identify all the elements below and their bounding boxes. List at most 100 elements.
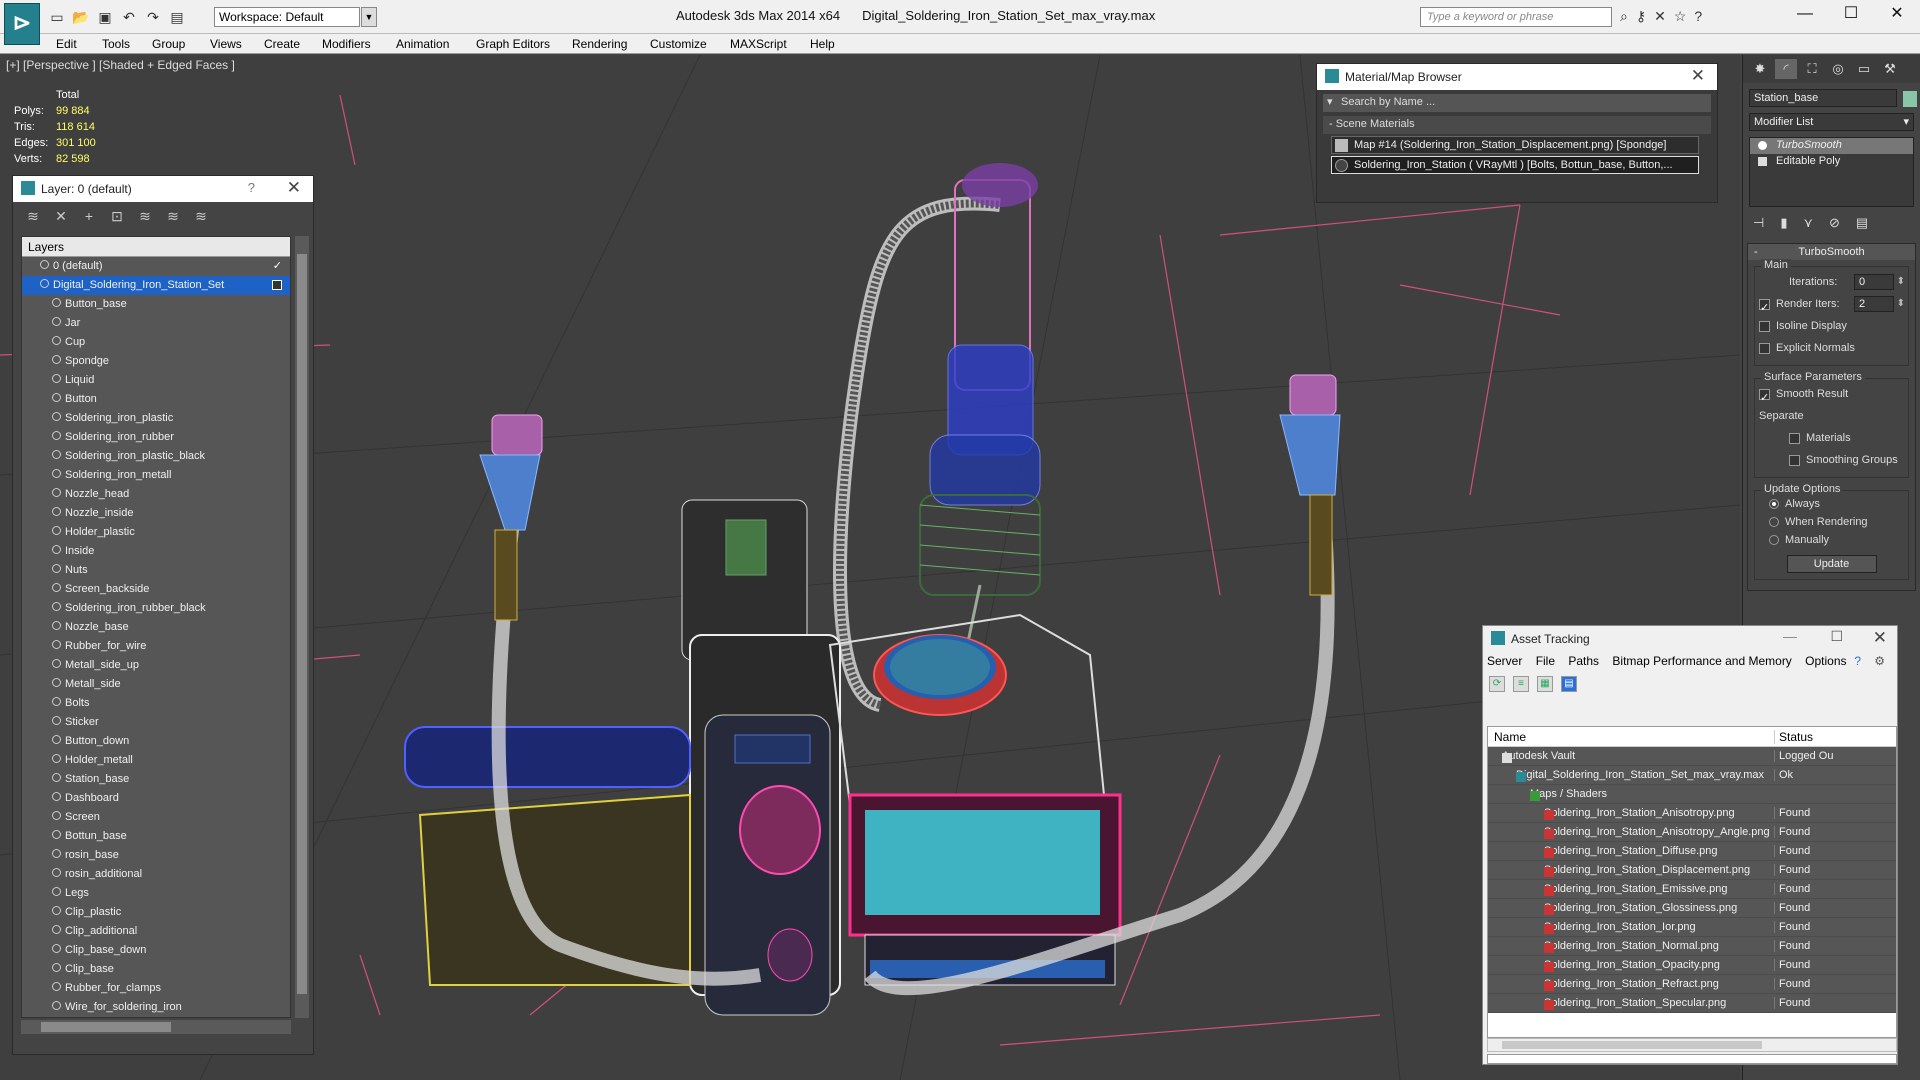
asset-row[interactable]: Soldering_Iron_Station_Specular.png Found	[1488, 994, 1896, 1013]
layer-item[interactable]: rosin_additional	[22, 865, 290, 884]
layer-item[interactable]: Clip_base	[22, 960, 290, 979]
workspace-dropdown[interactable]: Workspace: Default ▼	[214, 7, 377, 27]
subscription-icon[interactable]: ✕	[1654, 8, 1666, 25]
open-file-icon[interactable]: 📂	[72, 8, 90, 26]
layer-item[interactable]: Screen	[22, 808, 290, 827]
asset-row[interactable]: Soldering_Iron_Station_Opacity.png Found	[1488, 956, 1896, 975]
menu-graph-editors[interactable]: Graph Editors	[476, 37, 550, 51]
asset-row[interactable]: Soldering_Iron_Station_Normal.png Found	[1488, 937, 1896, 956]
layer-item[interactable]: Screen_backside	[22, 580, 290, 599]
layer-item[interactable]: Soldering_iron_plastic	[22, 409, 290, 428]
list-view-icon[interactable]: ≡	[1513, 676, 1529, 692]
isoline-display-checkbox[interactable]	[1759, 320, 1770, 332]
layer-item[interactable]: Clip_additional	[22, 922, 290, 941]
motion-tab-icon[interactable]: ◎	[1827, 59, 1849, 79]
scrollbar-thumb[interactable]	[1502, 1041, 1762, 1049]
maximize-icon[interactable]: ☐	[1830, 628, 1843, 645]
help-icon[interactable]: ?	[1854, 654, 1861, 668]
column-status[interactable]: Status	[1774, 730, 1813, 744]
asset-row[interactable]: Soldering_Iron_Station_Anisotropy_Angle.…	[1488, 823, 1896, 842]
layer-item[interactable]: Clamps_base	[22, 1017, 290, 1018]
thumbnail-view-icon[interactable]: ▦	[1537, 676, 1553, 692]
lightbulb-icon[interactable]	[1758, 141, 1767, 150]
menu-modifiers[interactable]: Modifiers	[322, 37, 371, 51]
menu-rendering[interactable]: Rendering	[572, 37, 627, 51]
hide-all-icon[interactable]: ≋	[165, 208, 181, 224]
layer-item[interactable]: Rubber_for_clamps	[22, 979, 290, 998]
smoothing-groups-checkbox[interactable]	[1789, 454, 1800, 466]
layer-item[interactable]: Nozzle_base	[22, 618, 290, 637]
menu-animation[interactable]: Animation	[396, 37, 449, 51]
layer-item[interactable]: Holder_metall	[22, 751, 290, 770]
display-tab-icon[interactable]: ▭	[1853, 59, 1875, 79]
layer-item[interactable]: Liquid	[22, 371, 290, 390]
asset-tracking-header[interactable]: Asset Tracking — ☐ ✕	[1483, 626, 1897, 652]
material-item[interactable]: Map #14 (Soldering_Iron_Station_Displace…	[1331, 136, 1699, 154]
utilities-tab-icon[interactable]: ⚒	[1879, 59, 1901, 79]
asset-table-scrollbar[interactable]	[1487, 1038, 1897, 1052]
new-file-icon[interactable]: ▭	[48, 8, 66, 26]
layer-item[interactable]: Bolts	[22, 694, 290, 713]
layer-item[interactable]: Nozzle_head	[22, 485, 290, 504]
layer-item[interactable]: Wire_for_soldering_iron	[22, 998, 290, 1017]
menu-edit[interactable]: Edit	[56, 37, 77, 51]
layer-item[interactable]: rosin_base	[22, 846, 290, 865]
layer-item[interactable]: Soldering_iron_rubber_black	[22, 599, 290, 618]
asset-row[interactable]: Soldering_Iron_Station_Diffuse.png Found	[1488, 842, 1896, 861]
manually-radio[interactable]	[1769, 535, 1779, 546]
menu-views[interactable]: Views	[210, 37, 242, 51]
asset-path-field[interactable]	[1487, 1054, 1897, 1064]
asset-row[interactable]: Digital_Soldering_Iron_Station_Set_max_v…	[1488, 766, 1896, 785]
save-icon[interactable]: ▣	[96, 8, 114, 26]
help-icon[interactable]: ?	[1694, 8, 1702, 25]
settings-icon[interactable]: ⚙	[1874, 654, 1885, 668]
menu-create[interactable]: Create	[264, 37, 300, 51]
layer-item[interactable]: Clip_plastic	[22, 903, 290, 922]
layer-list[interactable]: Layers 0 (default) ✓ Digital_Soldering_Iro…	[21, 236, 291, 1018]
layer-item[interactable]: Holder_plastic	[22, 523, 290, 542]
binoculars-icon[interactable]: ⌕	[1620, 8, 1628, 25]
asset-row[interactable]: Autodesk Vault Logged Ou	[1488, 747, 1896, 766]
scrollbar-thumb[interactable]	[297, 254, 307, 994]
highlight-selected-icon[interactable]: ≋	[137, 208, 153, 224]
menu-maxscript[interactable]: MAXScript	[730, 37, 787, 51]
asset-row[interactable]: Soldering_Iron_Station_Emissive.png Found	[1488, 880, 1896, 899]
layer-item[interactable]: Spondge	[22, 352, 290, 371]
freeze-all-icon[interactable]: ≋	[193, 208, 209, 224]
stack-item-editable-poly[interactable]: Editable Poly	[1750, 154, 1913, 170]
hierarchy-tab-icon[interactable]: ⛶	[1801, 59, 1823, 79]
layer-item[interactable]: 0 (default) ✓	[22, 257, 290, 276]
set-current-layer-box[interactable]	[272, 280, 282, 290]
modifier-stack[interactable]: TurboSmooth Editable Poly	[1749, 137, 1914, 207]
redo-icon[interactable]: ↷	[144, 8, 162, 26]
menu-options[interactable]: Options	[1805, 654, 1846, 668]
when-rendering-radio[interactable]	[1769, 517, 1779, 528]
menu-customize[interactable]: Customize	[650, 37, 707, 51]
close-icon[interactable]: ✕	[1691, 66, 1705, 86]
asset-table[interactable]: Name Status Autodesk Vault Logged Ou Digit…	[1487, 726, 1897, 1038]
layer-item[interactable]: Soldering_iron_rubber	[22, 428, 290, 447]
materials-checkbox[interactable]	[1789, 432, 1800, 444]
menu-bitmap-performance[interactable]: Bitmap Performance and Memory	[1612, 654, 1791, 668]
layer-item[interactable]: Metall_side_up	[22, 656, 290, 675]
project-folder-icon[interactable]: ▤	[168, 8, 186, 26]
asset-row[interactable]: Soldering_Iron_Station_Glossiness.png Fou…	[1488, 899, 1896, 918]
scene-materials-section[interactable]: - Scene Materials	[1323, 116, 1711, 134]
asset-row[interactable]: Soldering_Iron_Station_Refract.png Found	[1488, 975, 1896, 994]
expand-icon[interactable]	[1758, 157, 1767, 166]
layer-panel-header[interactable]: Layer: 0 (default) ? ✕	[13, 176, 313, 202]
layer-item[interactable]: Soldering_iron_metall	[22, 466, 290, 485]
menu-file[interactable]: File	[1536, 654, 1555, 668]
configure-modifier-sets-icon[interactable]: ▤	[1856, 215, 1868, 230]
close-icon[interactable]: ✕	[1874, 0, 1920, 30]
update-button[interactable]: Update	[1786, 555, 1877, 573]
layer-item[interactable]: Soldering_iron_plastic_black	[22, 447, 290, 466]
refresh-icon[interactable]: ⟳	[1489, 676, 1505, 692]
asset-row[interactable]: Maps / Shaders	[1488, 785, 1896, 804]
layer-item[interactable]: Sticker	[22, 713, 290, 732]
layer-list-header[interactable]: Layers	[22, 237, 290, 257]
layer-item[interactable]: Nozzle_inside	[22, 504, 290, 523]
viewport-label[interactable]: [+] [Perspective ] [Shaded + Edged Faces…	[6, 58, 235, 72]
modify-tab-icon[interactable]: ◜	[1775, 59, 1797, 79]
material-search-input[interactable]: Search by Name ...	[1323, 94, 1711, 112]
